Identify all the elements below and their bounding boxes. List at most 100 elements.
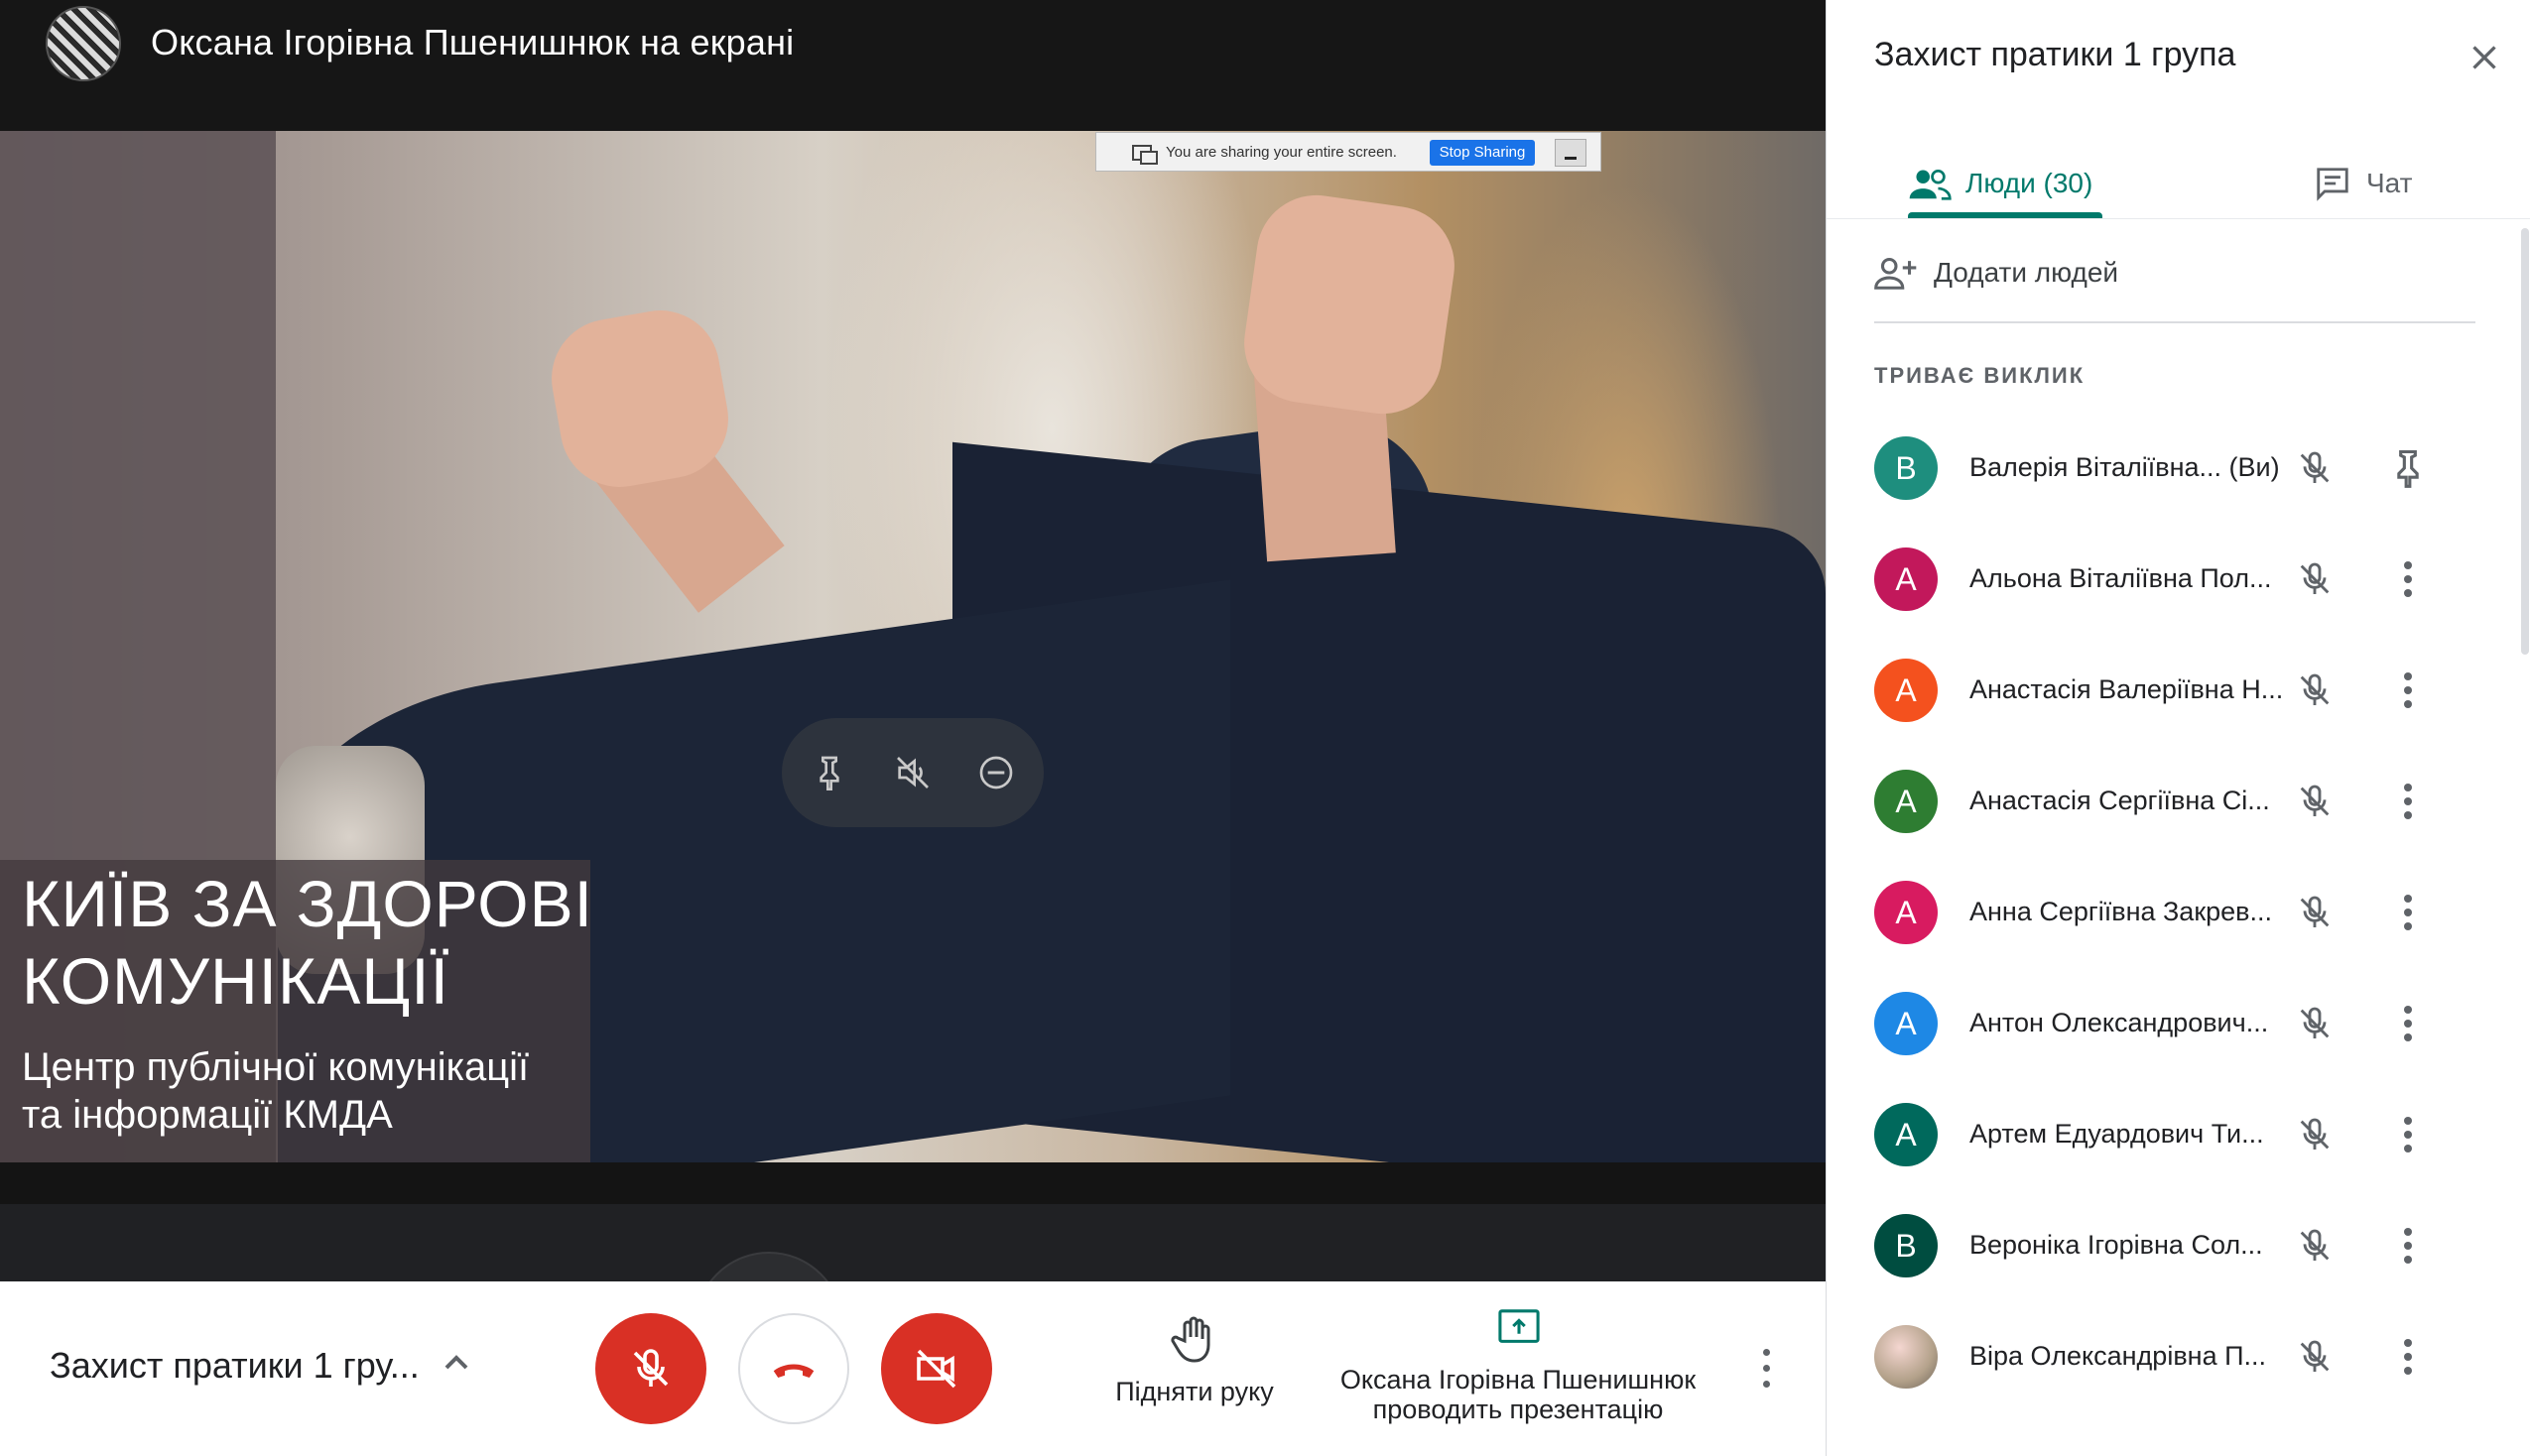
stage-divider: [0, 1162, 1826, 1204]
participant-row[interactable]: В Валерія Віталіївна... (Ви): [1874, 428, 2489, 508]
mic-off-icon: [633, 1349, 669, 1387]
tab-divider: [1827, 218, 2530, 219]
tab-chat[interactable]: Чат: [2313, 147, 2412, 220]
participant-row[interactable]: Віра Олександрівна П...: [1874, 1317, 2489, 1396]
more-icon[interactable]: [2386, 1113, 2430, 1156]
participant-name: Антон Олександрович...: [1969, 1008, 2269, 1037]
panel-title: Захист пратики 1 група: [1874, 36, 2236, 73]
participant-name: Віра Олександрівна П...: [1969, 1341, 2267, 1371]
more-icon[interactable]: [2386, 891, 2430, 934]
avatar: А: [1874, 1103, 1938, 1166]
chevron-up-icon[interactable]: [437, 1343, 476, 1383]
meet-window: Оксана Ігорівна Пшенишнюк на екрані КИЇВ…: [0, 0, 2530, 1456]
mic-off-icon[interactable]: [2295, 448, 2335, 488]
close-icon[interactable]: [2467, 40, 2502, 75]
mic-off-icon[interactable]: [2295, 670, 2335, 710]
leave-call-button[interactable]: [738, 1313, 849, 1424]
participant-name: Вероніка Ігорівна Сол...: [1969, 1230, 2263, 1260]
slide-subtitle-line2: та інформації КМДА: [22, 1093, 393, 1137]
mic-off-icon[interactable]: [2295, 1004, 2335, 1043]
participant-name: Артем Едуардович Ти...: [1969, 1119, 2264, 1149]
participant-name: Анна Сергіївна Закрев...: [1969, 897, 2273, 926]
avatar: А: [1874, 770, 1938, 833]
participant-name: Анастасія Сергіївна Сі...: [1969, 786, 2270, 815]
more-icon[interactable]: [2386, 1335, 2430, 1379]
mic-off-icon[interactable]: [2295, 893, 2335, 932]
presentation-status-button[interactable]: Оксана Ігорівна Пшенишнюк проводить през…: [1329, 1365, 1707, 1424]
mic-off-icon[interactable]: [2295, 1115, 2335, 1154]
slide-title: КИЇВ ЗА ЗДОРОВІ КОМУНІКАЦІЇ: [22, 865, 617, 1020]
add-people-label: Додати людей: [1934, 257, 2119, 288]
pin-icon[interactable]: [2386, 446, 2430, 490]
in-call-section-label: ТРИВАЄ ВИКЛИК: [1874, 363, 2086, 388]
photo-fist-right: [1236, 187, 1462, 422]
participant-name: Альона Віталіївна Пол...: [1969, 563, 2272, 593]
mic-off-icon[interactable]: [2295, 1226, 2335, 1266]
avatar: А: [1874, 992, 1938, 1055]
participant-row[interactable]: А Артем Едуардович Ти...: [1874, 1095, 2489, 1174]
add-people-button[interactable]: Додати людей: [1874, 248, 2118, 298]
mic-off-icon[interactable]: [2295, 1337, 2335, 1377]
call-controls-bar: Захист пратики 1 гру... Підняти руку Окс…: [0, 1281, 1826, 1456]
more-icon[interactable]: [2386, 557, 2430, 601]
avatar: В: [1874, 436, 1938, 500]
meeting-name[interactable]: Захист пратики 1 гру...: [50, 1345, 420, 1387]
camera-toggle-button[interactable]: [881, 1313, 992, 1424]
more-icon[interactable]: [2386, 668, 2430, 712]
avatar: А: [1874, 547, 1938, 611]
slide-subtitle-line1: Центр публічної комунікації: [22, 1045, 530, 1089]
screen-share-notice: You are sharing your entire screen. Stop…: [1095, 132, 1601, 172]
avatar: [1874, 1325, 1938, 1389]
more-options-icon[interactable]: [1760, 1347, 1772, 1391]
more-icon[interactable]: [2386, 1224, 2430, 1268]
self-view-thumbnail[interactable]: [695, 1252, 843, 1281]
participant-row[interactable]: А Альона Віталіївна Пол...: [1874, 540, 2489, 619]
people-icon: [1909, 169, 1952, 200]
avatar: А: [1874, 659, 1938, 722]
presentation-status-line1: Оксана Ігорівна Пшенишнюк: [1339, 1365, 1697, 1395]
participant-row[interactable]: А Антон Олександрович...: [1874, 984, 2489, 1063]
avatar: В: [1874, 1214, 1938, 1277]
participant-name: Анастасія Валеріївна Н...: [1969, 674, 2284, 704]
presenter-title: Оксана Ігорівна Пшенишнюк на екрані: [151, 22, 795, 62]
present-screen-icon[interactable]: [1496, 1307, 1542, 1349]
side-panel: Захист пратики 1 група Люди (30) Чат Дод…: [1826, 0, 2530, 1456]
add-people-divider: [1874, 321, 2475, 323]
raise-hand-button[interactable]: Підняти руку: [1089, 1377, 1300, 1406]
slide-title-line2: КОМУНІКАЦІЇ: [22, 944, 449, 1018]
shared-screen[interactable]: КИЇВ ЗА ЗДОРОВІ КОМУНІКАЦІЇ Центр публіч…: [0, 131, 1826, 1162]
tile-hover-controls: [782, 718, 1044, 827]
more-icon[interactable]: [2386, 1002, 2430, 1045]
participant-row[interactable]: А Анастасія Сергіївна Сі...: [1874, 762, 2489, 841]
participant-row[interactable]: В Вероніка Ігорівна Сол...: [1874, 1206, 2489, 1285]
more-icon[interactable]: [2386, 780, 2430, 823]
share-notice-text: You are sharing your entire screen.: [1166, 144, 1397, 161]
tab-people-label: Люди (30): [1965, 168, 2093, 198]
add-person-icon: [1874, 257, 1917, 290]
presenter-header: Оксана Ігорівна Пшенишнюк на екрані: [0, 0, 1826, 131]
minimize-share-notice-button[interactable]: [1555, 139, 1586, 167]
speaker-muted-icon[interactable]: [893, 753, 933, 792]
mic-toggle-button[interactable]: [595, 1313, 706, 1424]
pin-icon[interactable]: [810, 753, 849, 792]
stop-sharing-button[interactable]: Stop Sharing: [1430, 140, 1535, 166]
panel-scrollbar[interactable]: [2521, 228, 2529, 655]
mic-off-icon[interactable]: [2295, 782, 2335, 821]
remove-circle-icon[interactable]: [976, 753, 1016, 792]
participant-name: Валерія Віталіївна... (Ви): [1969, 452, 2280, 482]
raise-hand-icon[interactable]: [1171, 1313, 1218, 1365]
presentation-status-line2: проводить презентацію: [1372, 1395, 1664, 1424]
camera-off-icon: [917, 1349, 956, 1389]
tab-people[interactable]: Люди (30): [1908, 147, 2092, 220]
participant-row[interactable]: А Анастасія Валеріївна Н...: [1874, 651, 2489, 730]
tab-chat-label: Чат: [2366, 168, 2413, 198]
presentation-stage: Оксана Ігорівна Пшенишнюк на екрані КИЇВ…: [0, 0, 1826, 1281]
slide-subtitle: Центр публічної комунікації та інформаці…: [22, 1043, 617, 1139]
participant-row[interactable]: А Анна Сергіївна Закрев...: [1874, 873, 2489, 952]
hang-up-icon: [773, 1364, 815, 1378]
slide-title-line1: КИЇВ ЗА ЗДОРОВІ: [22, 867, 593, 940]
share-screen-icon: [1132, 145, 1158, 165]
presenter-avatar: [46, 6, 121, 81]
chat-icon: [2317, 168, 2348, 201]
mic-off-icon[interactable]: [2295, 559, 2335, 599]
